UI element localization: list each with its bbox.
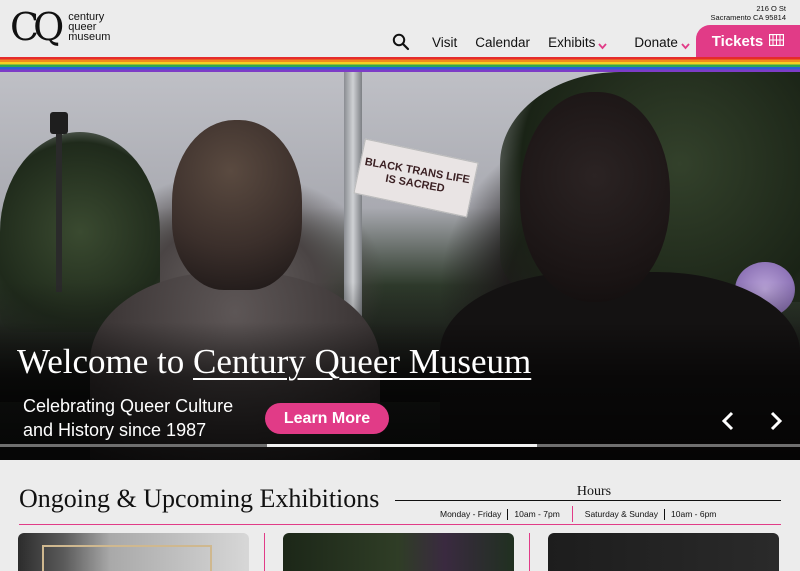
weekend-time: 10am - 6pm	[671, 509, 717, 519]
weekend-hours: Saturday & Sunday 10am - 6pm	[584, 508, 717, 520]
hero-subtitle: Celebrating Queer Culture and History si…	[23, 394, 263, 442]
learn-more-button[interactable]: Learn More	[265, 403, 389, 434]
exhibition-card[interactable]	[283, 533, 514, 571]
weekday-time: 10am - 7pm	[514, 509, 560, 519]
nav-donate[interactable]: Donate	[634, 34, 690, 50]
hours-row: Monday - Friday 10am - 7pm Saturday & Su…	[440, 506, 780, 522]
weekday-hours: Monday - Friday 10am - 7pm	[440, 508, 560, 520]
museum-logo[interactable]: CQ century queer museum	[10, 8, 112, 46]
hero-title: Welcome to Century Queer Museum	[17, 342, 531, 382]
hero-title-prefix: Welcome to	[17, 342, 194, 381]
protest-sign: BLACK TRANS LIFE IS SACRED	[353, 138, 479, 218]
nav-calendar[interactable]: Calendar	[475, 35, 530, 50]
site-header: CQ century queer museum 216 O St Sacrame…	[0, 0, 800, 57]
address-city: Sacramento CA 95814	[710, 13, 786, 22]
protest-sign-text: BLACK TRANS LIFE IS SACRED	[363, 155, 471, 196]
chevron-down-icon	[598, 38, 608, 50]
hero-carousel: BLACK TRANS LIFE IS SACRED Welcome to Ce…	[0, 72, 800, 460]
hours-heading: Hours	[566, 484, 622, 500]
carousel-progress-indicator	[267, 444, 537, 447]
exhibition-card[interactable]	[548, 533, 779, 571]
weekday-days: Monday - Friday	[440, 509, 502, 519]
hero-title-link[interactable]: Century Queer Museum	[193, 342, 531, 381]
nav-visit-label: Visit	[432, 34, 458, 50]
logo-wordmark: century queer museum	[68, 11, 111, 43]
nav-visit[interactable]: Visit	[432, 35, 457, 50]
museum-address: 216 O St Sacramento CA 95814	[711, 4, 786, 22]
hero-subtitle-line2: and History since 1987	[23, 420, 207, 440]
tickets-button[interactable]: Tickets	[696, 25, 800, 57]
section-divider	[395, 500, 781, 501]
next-slide-arrow-icon[interactable]	[764, 410, 786, 432]
exhibitions-heading: Ongoing & Upcoming Exhibitions	[19, 484, 380, 513]
nav-exhibits[interactable]: Exhibits	[548, 34, 608, 50]
nav-exhibits-label: Exhibits	[548, 34, 596, 50]
ticket-icon	[769, 33, 785, 50]
exhibition-card[interactable]	[18, 533, 249, 571]
chevron-down-icon	[681, 38, 690, 50]
tickets-label: Tickets	[711, 32, 764, 50]
main-nav: Visit Calendar Exhibits Donate	[392, 33, 707, 51]
logo-mark: CQ	[10, 5, 64, 49]
pride-rainbow-stripe	[0, 57, 800, 72]
nav-calendar-label: Calendar	[475, 34, 531, 50]
search-icon[interactable]	[392, 33, 410, 51]
nav-donate-label: Donate	[634, 34, 678, 50]
previous-slide-arrow-icon[interactable]	[718, 410, 740, 432]
exhibitions-rule	[19, 524, 781, 525]
address-street: 216 O St	[756, 4, 786, 13]
weekend-days: Saturday & Sunday	[584, 509, 659, 519]
hero-subtitle-line1: Celebrating Queer Culture	[23, 396, 234, 416]
